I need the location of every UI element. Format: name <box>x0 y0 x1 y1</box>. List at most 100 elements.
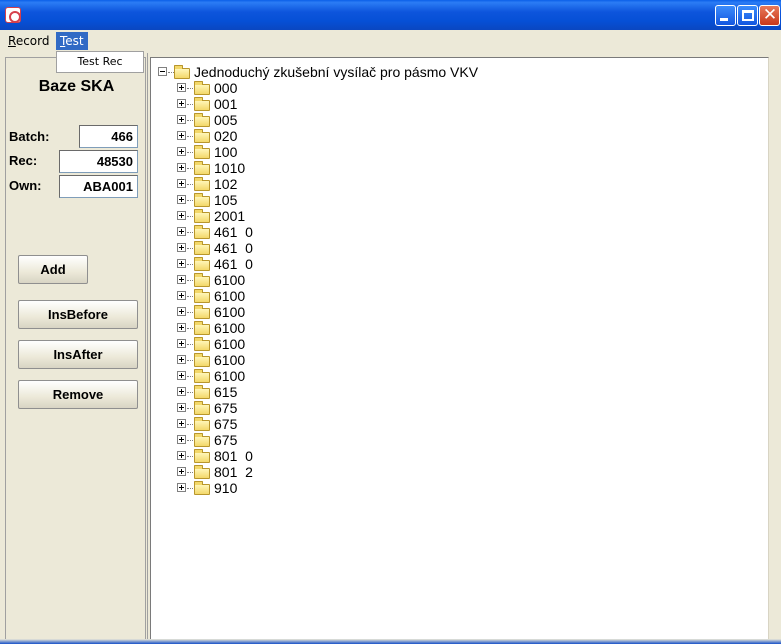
tree-node-label[interactable]: 6100 <box>214 352 245 368</box>
folder-icon <box>194 97 210 111</box>
add-button[interactable]: Add <box>18 255 88 284</box>
tree-node-label[interactable]: 461 0 <box>214 224 253 240</box>
tree-node-label[interactable]: 020 <box>214 128 237 144</box>
folder-icon <box>194 225 210 239</box>
record-panel: Baze SKA Batch: 466 Rec: 48530 Own: ABA0… <box>5 57 146 644</box>
expand-icon[interactable] <box>177 211 186 220</box>
tree-connector <box>187 376 193 377</box>
menu-item-test-rec[interactable]: Test Rec <box>57 55 143 68</box>
title-bar[interactable]: ✕ <box>0 0 781 30</box>
batch-label: Batch: <box>9 129 50 144</box>
collapse-root-icon[interactable] <box>158 67 167 76</box>
expand-icon[interactable] <box>177 291 186 300</box>
tree-node-label[interactable]: 1010 <box>214 160 245 176</box>
expand-icon[interactable] <box>177 387 186 396</box>
maximize-button[interactable] <box>737 5 758 26</box>
maximize-icon <box>742 10 754 21</box>
tree-connector <box>187 264 193 265</box>
folder-icon <box>194 273 210 287</box>
tree-connector <box>187 408 193 409</box>
expand-icon[interactable] <box>177 275 186 284</box>
folder-icon <box>194 337 210 351</box>
expand-icon[interactable] <box>177 355 186 364</box>
menu-record[interactable]: Record <box>4 32 53 50</box>
expand-icon[interactable] <box>177 259 186 268</box>
tree-node-label[interactable]: 801 0 <box>214 448 253 464</box>
tree-node-label[interactable]: 6100 <box>214 320 245 336</box>
expand-icon[interactable] <box>177 179 186 188</box>
expand-icon[interactable] <box>177 403 186 412</box>
app-icon[interactable] <box>5 7 21 23</box>
rec-field[interactable]: 48530 <box>59 150 138 173</box>
expand-icon[interactable] <box>177 243 186 252</box>
expand-icon[interactable] <box>177 195 186 204</box>
expand-icon[interactable] <box>177 307 186 316</box>
tree-connector <box>187 216 193 217</box>
folder-icon <box>194 209 210 223</box>
tree-node-label[interactable]: 102 <box>214 176 237 192</box>
folder-icon <box>194 353 210 367</box>
remove-button[interactable]: Remove <box>18 380 138 409</box>
expand-icon[interactable] <box>177 435 186 444</box>
folder-open-icon <box>174 65 190 79</box>
tree-node-label[interactable]: 105 <box>214 192 237 208</box>
tree-node-label[interactable]: 801 2 <box>214 464 253 480</box>
expand-icon[interactable] <box>177 419 186 428</box>
tree-node-label[interactable]: 005 <box>214 112 237 128</box>
tree-node-label[interactable]: 6100 <box>214 336 245 352</box>
expand-icon[interactable] <box>177 323 186 332</box>
expand-icon[interactable] <box>177 163 186 172</box>
folder-icon <box>194 433 210 447</box>
expand-icon[interactable] <box>177 339 186 348</box>
tree-node-label[interactable]: 100 <box>214 144 237 160</box>
tree-connector <box>187 152 193 153</box>
tree-node-label[interactable]: 675 <box>214 432 237 448</box>
tree-node-label[interactable]: 6100 <box>214 368 245 384</box>
tree-connector <box>187 392 193 393</box>
minimize-button[interactable] <box>715 5 736 26</box>
tree-node-label[interactable]: 910 <box>214 480 237 496</box>
menu-test[interactable]: Test <box>56 32 88 50</box>
expand-icon[interactable] <box>177 451 186 460</box>
folder-icon <box>194 193 210 207</box>
expand-icon[interactable] <box>177 83 186 92</box>
folder-icon <box>194 465 210 479</box>
expand-icon[interactable] <box>177 371 186 380</box>
tree-node-label[interactable]: 675 <box>214 400 237 416</box>
tree-connector <box>187 440 193 441</box>
tree-connector <box>187 200 193 201</box>
expand-icon[interactable] <box>177 483 186 492</box>
batch-field[interactable]: 466 <box>79 125 138 148</box>
insbefore-button[interactable]: InsBefore <box>18 300 138 329</box>
expand-icon[interactable] <box>177 115 186 124</box>
folder-icon <box>194 401 210 415</box>
own-field[interactable]: ABA001 <box>59 175 138 198</box>
insafter-button[interactable]: InsAfter <box>18 340 138 369</box>
tree-node-label[interactable]: 615 <box>214 384 237 400</box>
tree-connector <box>187 184 193 185</box>
tree-node-label[interactable]: 001 <box>214 96 237 112</box>
tree-node-label[interactable]: 6100 <box>214 304 245 320</box>
expand-icon[interactable] <box>177 131 186 140</box>
tree-node-label[interactable]: 675 <box>214 416 237 432</box>
tree-node-label[interactable]: 461 0 <box>214 256 253 272</box>
close-button[interactable]: ✕ <box>759 5 780 26</box>
folder-icon <box>194 145 210 159</box>
folder-icon <box>194 257 210 271</box>
tree-node-label[interactable]: 000 <box>214 80 237 96</box>
expand-icon[interactable] <box>177 99 186 108</box>
expand-icon[interactable] <box>177 147 186 156</box>
tree-node-label[interactable]: 2001 <box>214 208 245 224</box>
expand-icon[interactable] <box>177 227 186 236</box>
tree-node-label[interactable]: 461 0 <box>214 240 253 256</box>
tree-node-label[interactable]: 6100 <box>214 272 245 288</box>
folder-icon <box>194 305 210 319</box>
tree-root-label[interactable]: Jednoduchý zkušební vysílač pro pásmo VK… <box>194 64 478 80</box>
panel-title: Baze SKA <box>38 78 115 95</box>
folder-icon <box>194 481 210 495</box>
tree-connector <box>187 296 193 297</box>
tree-node-label[interactable]: 6100 <box>214 288 245 304</box>
tree-connector <box>187 280 193 281</box>
expand-icon[interactable] <box>177 467 186 476</box>
tree-connector <box>187 168 193 169</box>
